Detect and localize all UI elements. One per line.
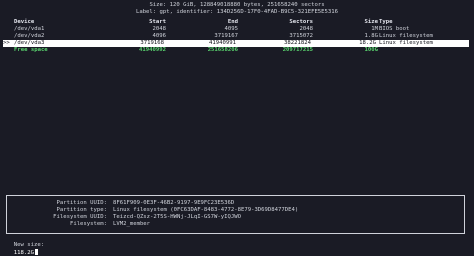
cell-end: 3719167 xyxy=(214,33,238,39)
cell-device: Free space xyxy=(14,47,48,53)
free-space-row[interactable]: Free space 41940992 251658206 209717215 … xyxy=(0,47,474,54)
cell-end: 41940991 xyxy=(209,40,236,46)
cell-device: /dev/vda3 xyxy=(14,40,45,46)
column-start: Start xyxy=(149,19,166,25)
cell-size: 18.2G xyxy=(359,40,376,46)
filesystem-uuid-value: Teizcd-QZsz-2T5S-HWNj-JLqI-GS7W-yIQJWO xyxy=(113,214,241,220)
cell-type: BIOS boot xyxy=(379,26,410,32)
cell-start: 4096 xyxy=(152,33,166,39)
cell-size: 1M xyxy=(371,26,378,32)
cell-end: 4095 xyxy=(224,26,238,32)
partition-row-vda1[interactable]: /dev/vda1 2048 4095 2048 1M BIOS boot xyxy=(0,26,474,33)
partition-row-vda3-selected[interactable]: >> /dev/vda3 3719168 41940991 38221824 1… xyxy=(3,40,469,47)
column-size: Size xyxy=(364,19,378,25)
cell-type: Linux filesystem xyxy=(379,40,433,46)
filesystem-uuid-label: Filesystem UUID: xyxy=(53,214,107,220)
cell-sectors: 209717215 xyxy=(282,47,313,53)
partition-info-box: Partition UUID: 8F61F909-0E3F-46B2-9197-… xyxy=(6,195,465,234)
cell-type: Linux filesystem xyxy=(379,33,433,39)
column-end: End xyxy=(227,19,238,25)
partition-uuid-label: Partition UUID: xyxy=(56,200,107,206)
new-size-prompt[interactable]: New size: 118.2G xyxy=(7,236,44,256)
filesystem-label: Filesystem: xyxy=(69,221,107,227)
cell-end: 251658206 xyxy=(207,47,238,53)
new-size-label: New size: xyxy=(13,242,45,249)
text-cursor xyxy=(34,248,38,255)
cell-start: 41940992 xyxy=(139,47,166,53)
cell-start: 2048 xyxy=(152,26,166,32)
cell-size: 100G xyxy=(364,47,378,53)
disk-label-line: Label: gpt, identifier: 134D256D-17F0-4F… xyxy=(135,9,339,15)
cell-sectors: 3715072 xyxy=(289,33,313,39)
new-size-input[interactable]: 118.2G xyxy=(14,250,34,256)
column-sectors: Sectors xyxy=(289,19,313,25)
partition-type-value: Linux filesystem (0FC63DAF-8483-4772-8E7… xyxy=(113,207,299,213)
filesystem-value: LVM2_member xyxy=(113,221,151,227)
disk-size-line: Size: 120 GiB, 128849018880 bytes, 25165… xyxy=(149,2,325,8)
cell-device: /dev/vda1 xyxy=(14,26,45,32)
cell-start: 3719168 xyxy=(140,40,164,46)
column-device: Device xyxy=(14,19,35,25)
partition-row-vda2[interactable]: /dev/vda2 4096 3719167 3715072 1.8G Linu… xyxy=(0,33,474,40)
cell-sectors: 2048 xyxy=(299,26,313,32)
partition-uuid-value: 8F61F909-0E3F-46B2-9197-9E9FC23E536D xyxy=(113,200,235,206)
cell-size: 1.8G xyxy=(364,33,378,39)
selection-marker: >> xyxy=(3,40,10,46)
column-type: Type xyxy=(379,19,393,25)
partition-type-label: Partition type: xyxy=(56,207,107,213)
cell-device: /dev/vda2 xyxy=(14,33,45,39)
cell-sectors: 38221824 xyxy=(284,40,311,46)
